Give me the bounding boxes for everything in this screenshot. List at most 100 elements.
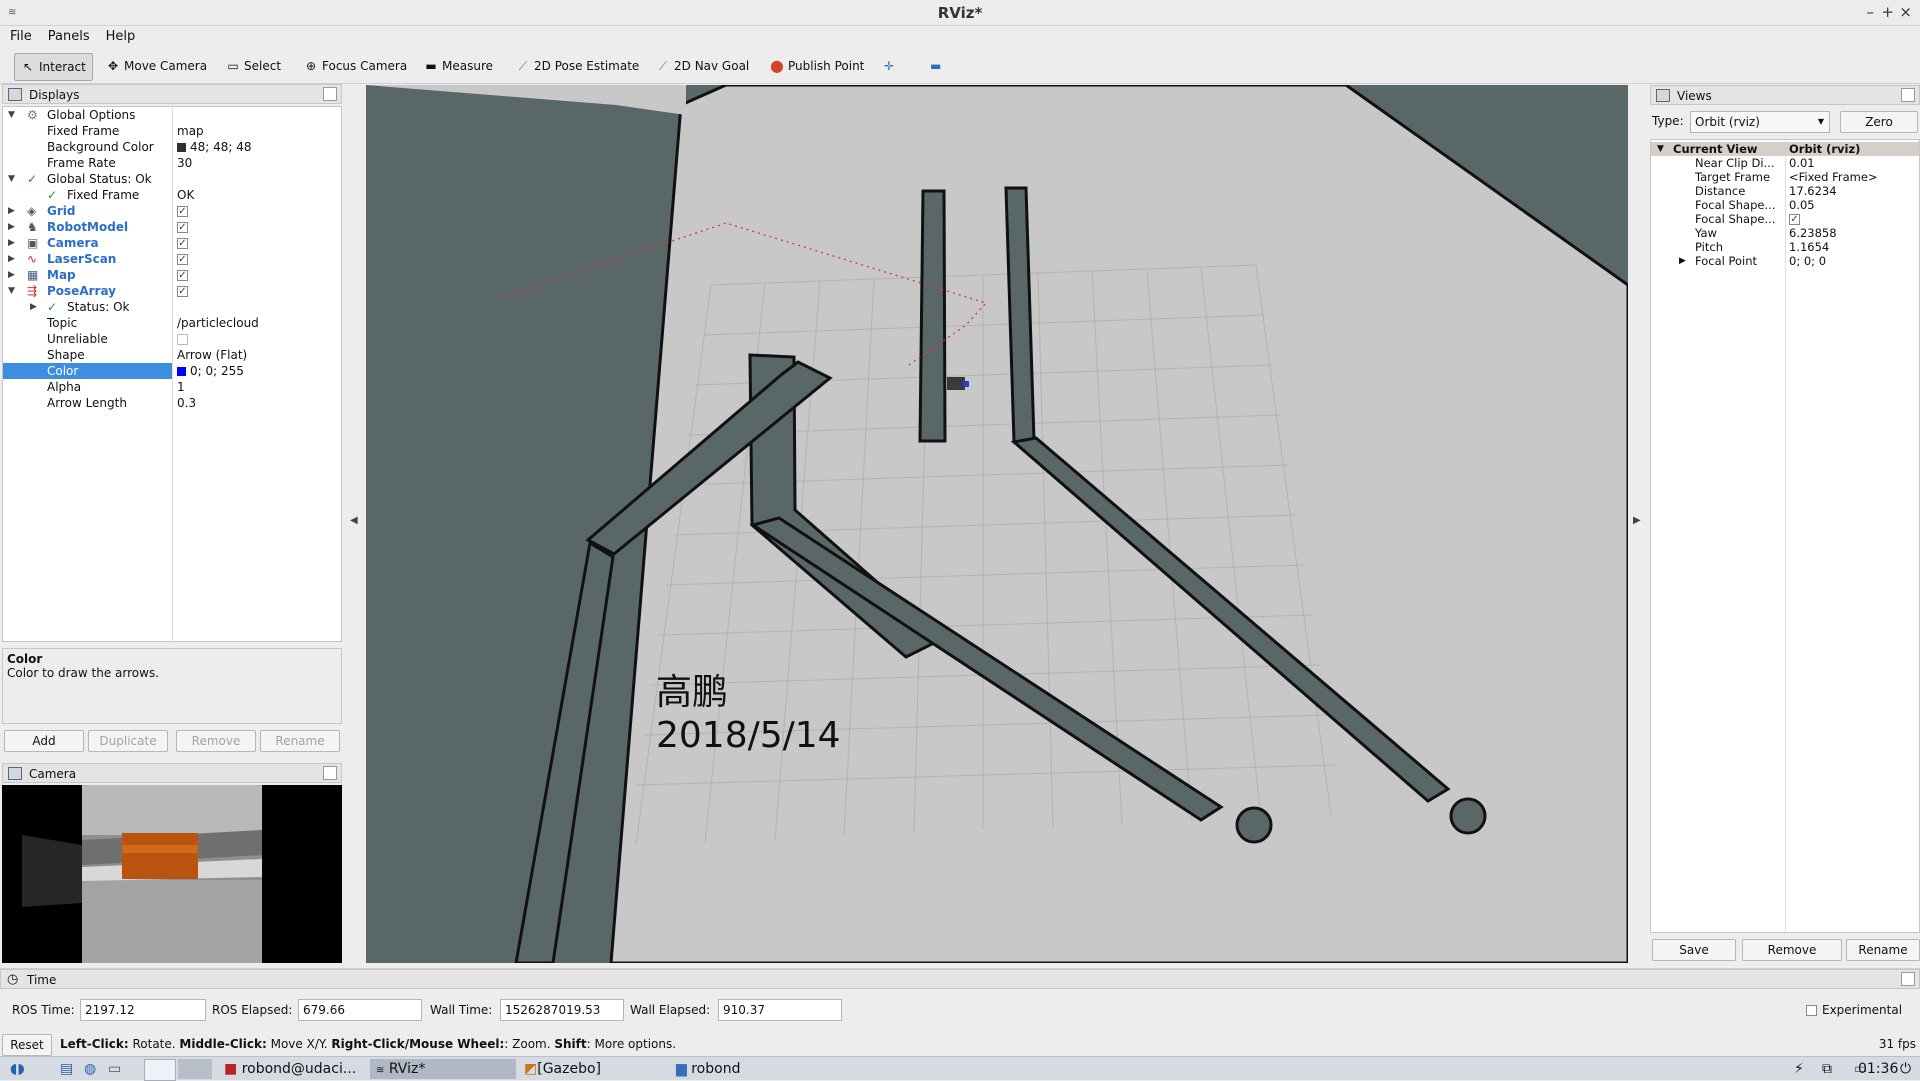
focus-camera-tool-button[interactable]: ⊕ Focus Camera [298, 53, 413, 79]
overlay-date: 2018/5/14 [656, 715, 841, 756]
duplicate-display-button[interactable]: Duplicate [88, 730, 168, 752]
view-row-focal-point[interactable]: ▶ Focal Point 0; 0; 0 [1651, 254, 1919, 268]
tree-value[interactable]: 48; 48; 48 [177, 139, 252, 155]
checkmark-icon: ✓ [47, 300, 58, 314]
move-camera-tool-button[interactable]: ✥ Move Camera [100, 53, 213, 79]
chevron-right-icon: ▶ [8, 206, 15, 216]
view-row-distance[interactable]: Distance 17.6234 [1651, 184, 1919, 198]
task-terminal[interactable]: ■ robond@udaci... [224, 1059, 356, 1079]
tree-value[interactable]: 0.05 [1789, 198, 1815, 212]
tree-value[interactable]: 0.01 [1789, 156, 1815, 170]
tree-checkbox[interactable]: ✓ [177, 235, 188, 251]
tree-checkbox[interactable]: ✓ [177, 203, 188, 219]
remove-display-button[interactable]: Remove [176, 730, 256, 752]
task-folder[interactable]: ▆ robond [676, 1059, 740, 1079]
desktop-pager[interactable] [144, 1059, 176, 1081]
close-button[interactable]: × [1899, 3, 1912, 21]
task-label: RViz* [388, 1061, 426, 1077]
camera-float-checkbox[interactable] [323, 766, 337, 780]
rename-display-button[interactable]: Rename [260, 730, 340, 752]
desktop-pager-2[interactable] [178, 1059, 212, 1079]
minimize-button[interactable]: – [1867, 3, 1875, 21]
pose-estimate-tool-button[interactable]: ⟋ 2D Pose Estimate [510, 53, 645, 79]
menu-help[interactable]: Help [96, 26, 142, 44]
left-splitter[interactable]: ◀ [342, 85, 364, 963]
camera-image-view [2, 785, 342, 963]
task-rviz[interactable]: ≋ RViz* [370, 1059, 516, 1079]
network-tray-icon[interactable]: ⧉ [1822, 1059, 1832, 1079]
tree-checkbox[interactable] [177, 331, 188, 347]
tree-value[interactable]: 0; 0; 255 [177, 363, 244, 379]
menu-file[interactable]: File [0, 26, 38, 44]
power-tray-icon[interactable]: ⚡ [1794, 1059, 1804, 1079]
measure-icon: ▬ [425, 59, 437, 73]
zero-button[interactable]: Zero [1840, 111, 1918, 133]
current-view-row[interactable]: ▼ Current View Orbit (rviz) [1651, 142, 1919, 156]
tree-key: Current View [1673, 142, 1758, 156]
add-display-button[interactable]: Add [4, 730, 84, 752]
save-view-button[interactable]: Save [1652, 939, 1736, 961]
wall-time-field[interactable]: 1526287019.53 [500, 999, 624, 1021]
tree-value[interactable]: 17.6234 [1789, 184, 1837, 198]
tree-key: Focal Point [1695, 254, 1758, 268]
view-row-near-clip[interactable]: Near Clip Di... 0.01 [1651, 156, 1919, 170]
view-row-target-frame[interactable]: Target Frame <Fixed Frame> [1651, 170, 1919, 184]
tree-value[interactable]: map [177, 123, 204, 139]
publish-point-tool-button[interactable]: ⬤ Publish Point [764, 53, 870, 79]
time-panel: ◷ Time ROS Time: 2197.12 ROS Elapsed: 67… [0, 968, 1920, 1030]
tree-checkbox[interactable]: ✓ [1789, 212, 1800, 226]
tree-checkbox[interactable]: ✓ [177, 219, 188, 235]
remove-tool-button[interactable]: ▬ [924, 53, 947, 79]
interact-tool-button[interactable]: ↖ Interact [14, 53, 93, 81]
right-splitter[interactable]: ▶ [1628, 85, 1648, 963]
chevron-right-icon: ▶ [8, 238, 15, 248]
add-tool-button[interactable]: ✛ [878, 53, 900, 79]
ros-elapsed-field[interactable]: 679.66 [298, 999, 422, 1021]
tree-value[interactable]: 0; 0; 0 [1789, 254, 1826, 268]
select-tool-button[interactable]: ▭ Select [220, 53, 287, 79]
clock-icon: ◷ [7, 972, 19, 987]
tree-value[interactable]: 1.1654 [1789, 240, 1829, 254]
tree-checkbox[interactable]: ✓ [177, 283, 188, 299]
tree-value[interactable]: <Fixed Frame> [1789, 170, 1878, 184]
nav-goal-tool-button[interactable]: ⟋ 2D Nav Goal [650, 53, 755, 79]
tree-value[interactable]: 30 [177, 155, 192, 171]
maximize-button[interactable]: + [1881, 3, 1894, 21]
reset-button[interactable]: Reset [2, 1034, 52, 1056]
experimental-checkbox[interactable] [1806, 1005, 1817, 1016]
tree-value[interactable]: /particlecloud [177, 315, 259, 331]
view-row-yaw[interactable]: Yaw 6.23858 [1651, 226, 1919, 240]
file-manager-icon[interactable]: ▤ [60, 1059, 73, 1079]
wall-elapsed-field[interactable]: 910.37 [718, 999, 842, 1021]
tree-value[interactable]: 0.3 [177, 395, 196, 411]
ros-elapsed-label: ROS Elapsed: [212, 1003, 293, 1017]
tree-checkbox[interactable]: ✓ [177, 267, 188, 283]
power-icon[interactable]: ⏻ [1900, 1059, 1911, 1079]
menu-panels[interactable]: Panels [38, 26, 96, 44]
tree-value[interactable]: Arrow (Flat) [177, 347, 247, 363]
remove-view-button[interactable]: Remove [1742, 939, 1842, 961]
measure-tool-button[interactable]: ▬ Measure [418, 53, 499, 79]
color-value: 0; 0; 255 [190, 364, 244, 378]
tree-key: Focal Shape... [1695, 198, 1776, 212]
time-title: Time [27, 973, 57, 987]
view-type-select[interactable]: Orbit (rviz) ▼ [1690, 111, 1830, 133]
tree-value[interactable]: 6.23858 [1789, 226, 1837, 240]
views-float-checkbox[interactable] [1901, 88, 1915, 102]
browser-icon[interactable]: ◍ [84, 1059, 96, 1079]
view-row-focal-shape-fixed[interactable]: Focal Shape... ✓ [1651, 212, 1919, 226]
tree-value[interactable]: 1 [177, 379, 185, 395]
tree-checkbox[interactable]: ✓ [177, 251, 188, 267]
color-swatch [177, 367, 186, 376]
ros-time-field[interactable]: 2197.12 [80, 999, 206, 1021]
rename-view-button[interactable]: Rename [1846, 939, 1920, 961]
3d-render-viewport[interactable]: 高鹏 2018/5/14 [366, 85, 1628, 963]
view-row-focal-shape-size[interactable]: Focal Shape... 0.05 [1651, 198, 1919, 212]
task-gazebo[interactable]: ◩[Gazebo] [524, 1059, 601, 1079]
chevron-down-icon: ▼ [8, 110, 15, 120]
view-row-pitch[interactable]: Pitch 1.1654 [1651, 240, 1919, 254]
displays-float-checkbox[interactable] [323, 87, 337, 101]
time-float-checkbox[interactable] [1901, 972, 1915, 986]
terminal-icon[interactable]: ▭ [108, 1059, 121, 1079]
start-menu-icon[interactable]: ◖◗ [10, 1059, 25, 1079]
